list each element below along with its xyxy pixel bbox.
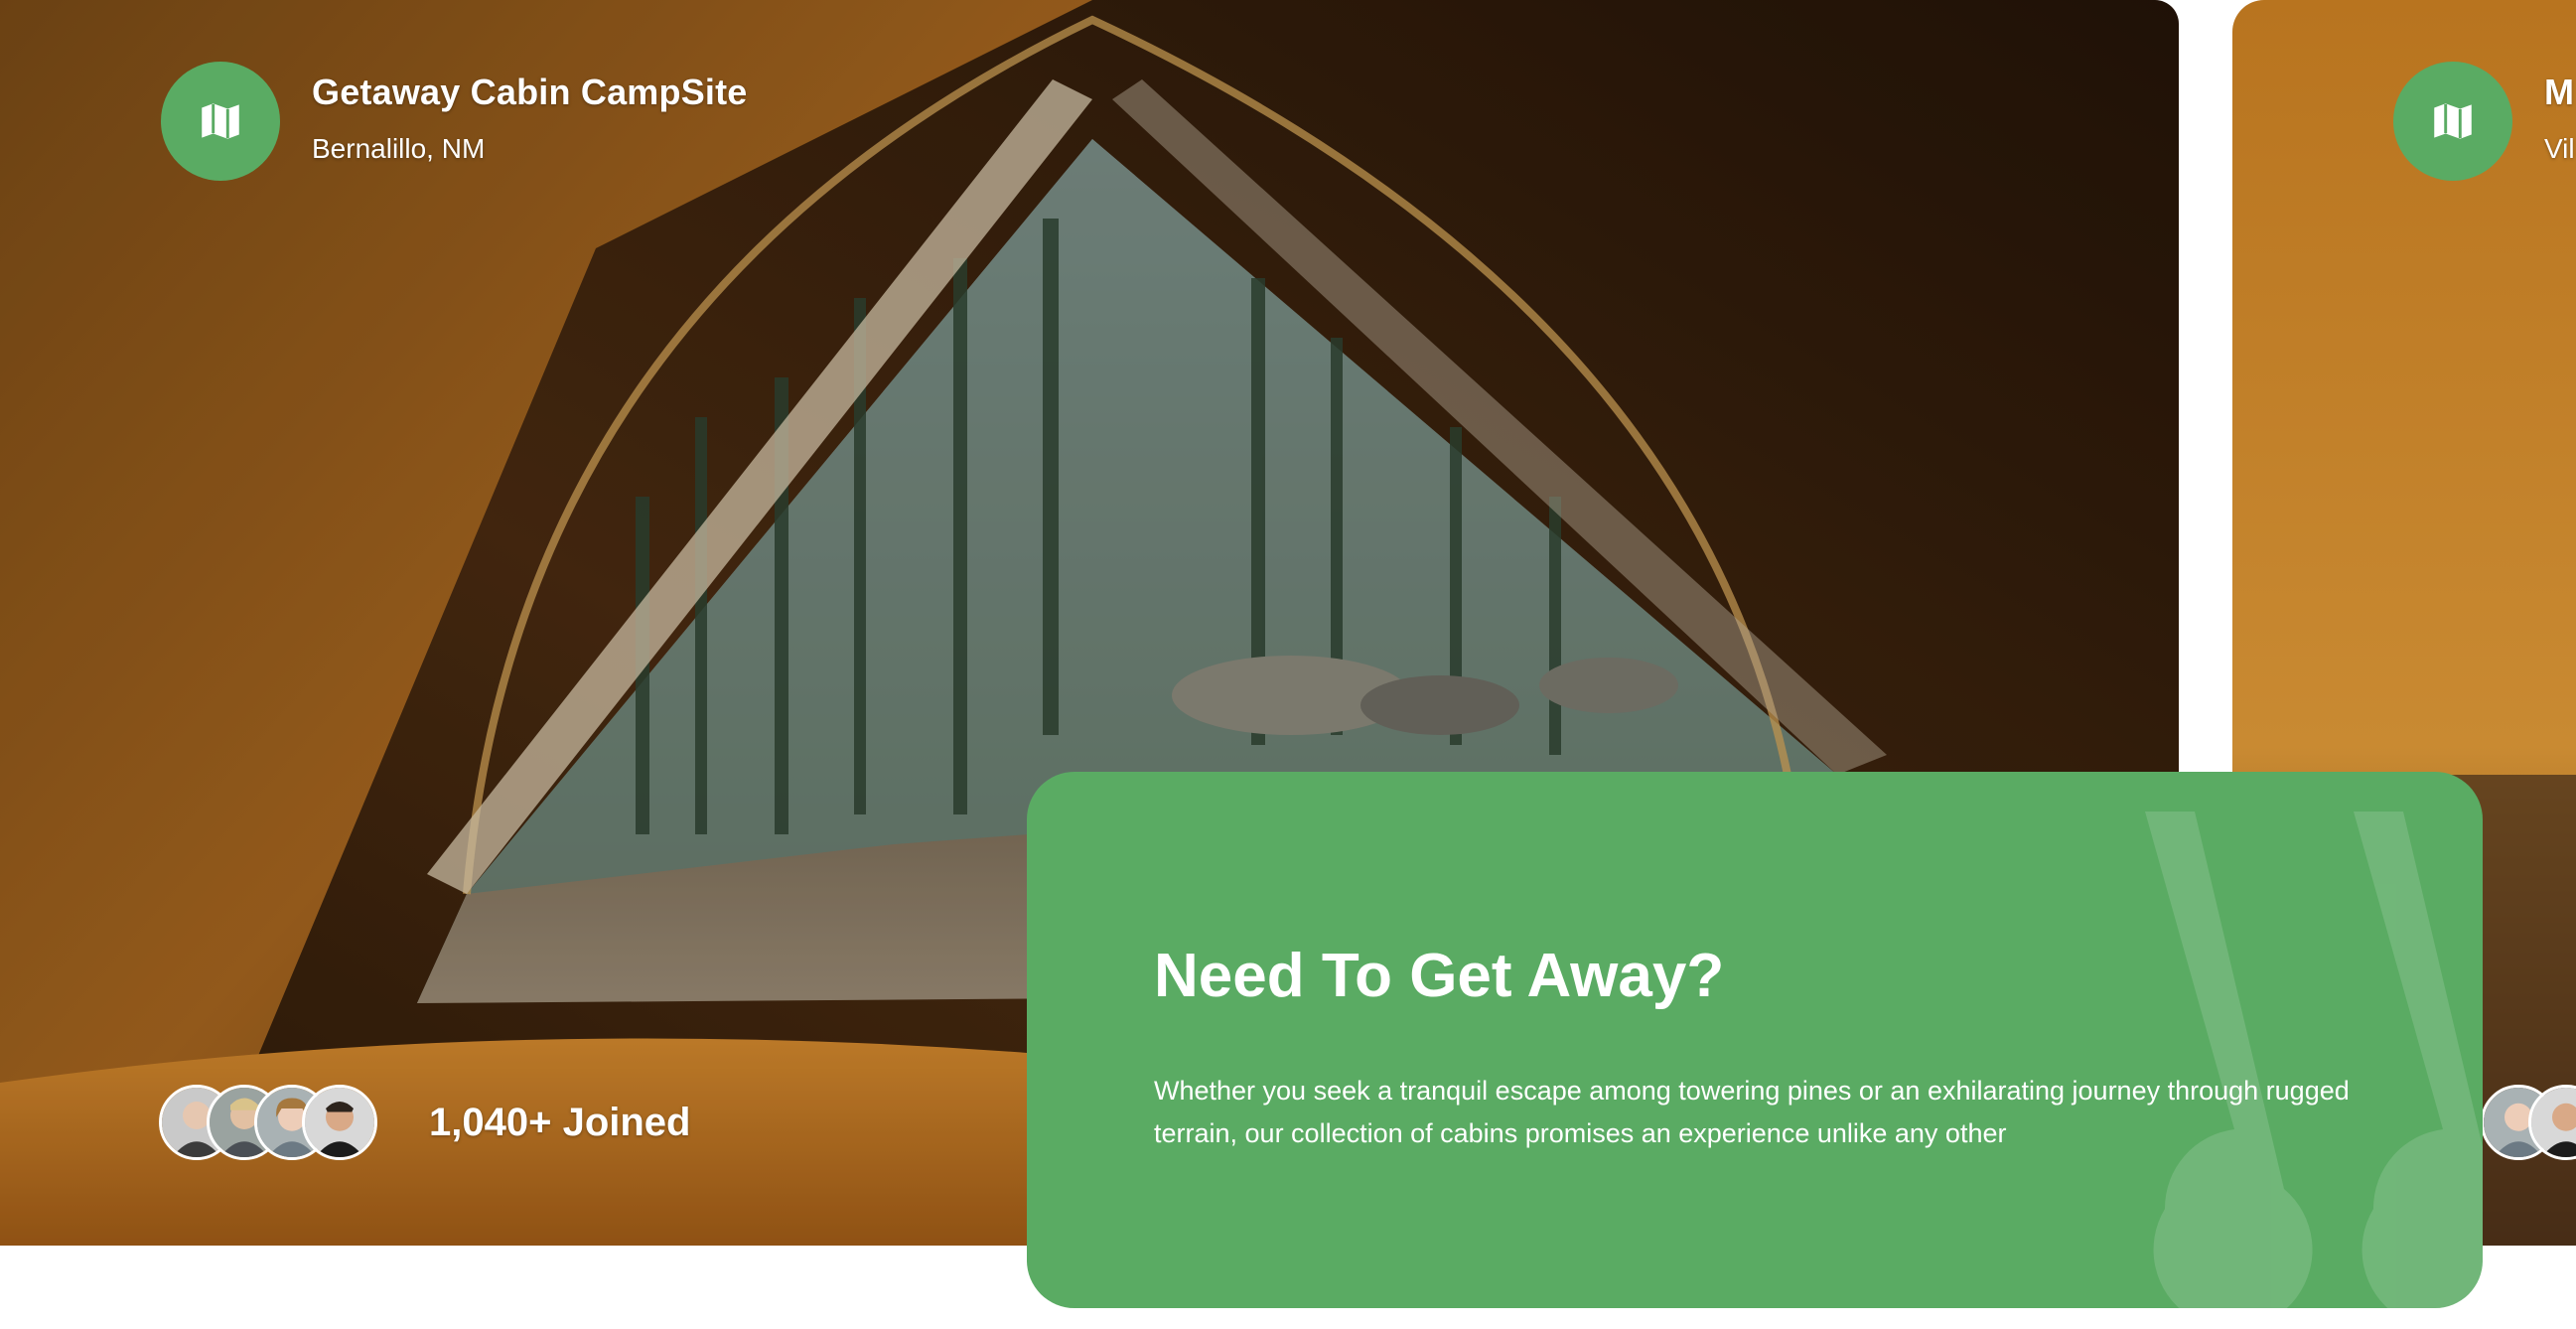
joined-avatars <box>159 1085 387 1164</box>
map-icon <box>202 103 239 139</box>
campsite-location: Bernalillo, NM <box>312 133 486 164</box>
joined-avatars <box>2481 1085 2576 1164</box>
campsite-title[interactable]: Getaway Cabin CampSite <box>312 72 748 113</box>
campsite-title[interactable]: M <box>2544 72 2574 113</box>
campsite-location: Vil <box>2544 133 2575 164</box>
joined-count: 1,040+ Joined <box>429 1101 691 1144</box>
cta-title: Need To Get Away? <box>1154 942 1725 1010</box>
avatar <box>302 1085 377 1160</box>
map-badge[interactable] <box>2393 62 2512 181</box>
page: Getaway Cabin CampSite Bernalillo, NM 1,… <box>0 0 2576 1329</box>
quote-mark-icon <box>2145 812 2483 1308</box>
cta-body: Whether you seek a tranquil escape among… <box>1154 1076 2350 1148</box>
map-icon <box>2434 103 2472 139</box>
map-badge[interactable] <box>161 62 280 181</box>
getaway-cta-panel: Need To Get Away? Whether you seek a tra… <box>1027 772 2483 1308</box>
